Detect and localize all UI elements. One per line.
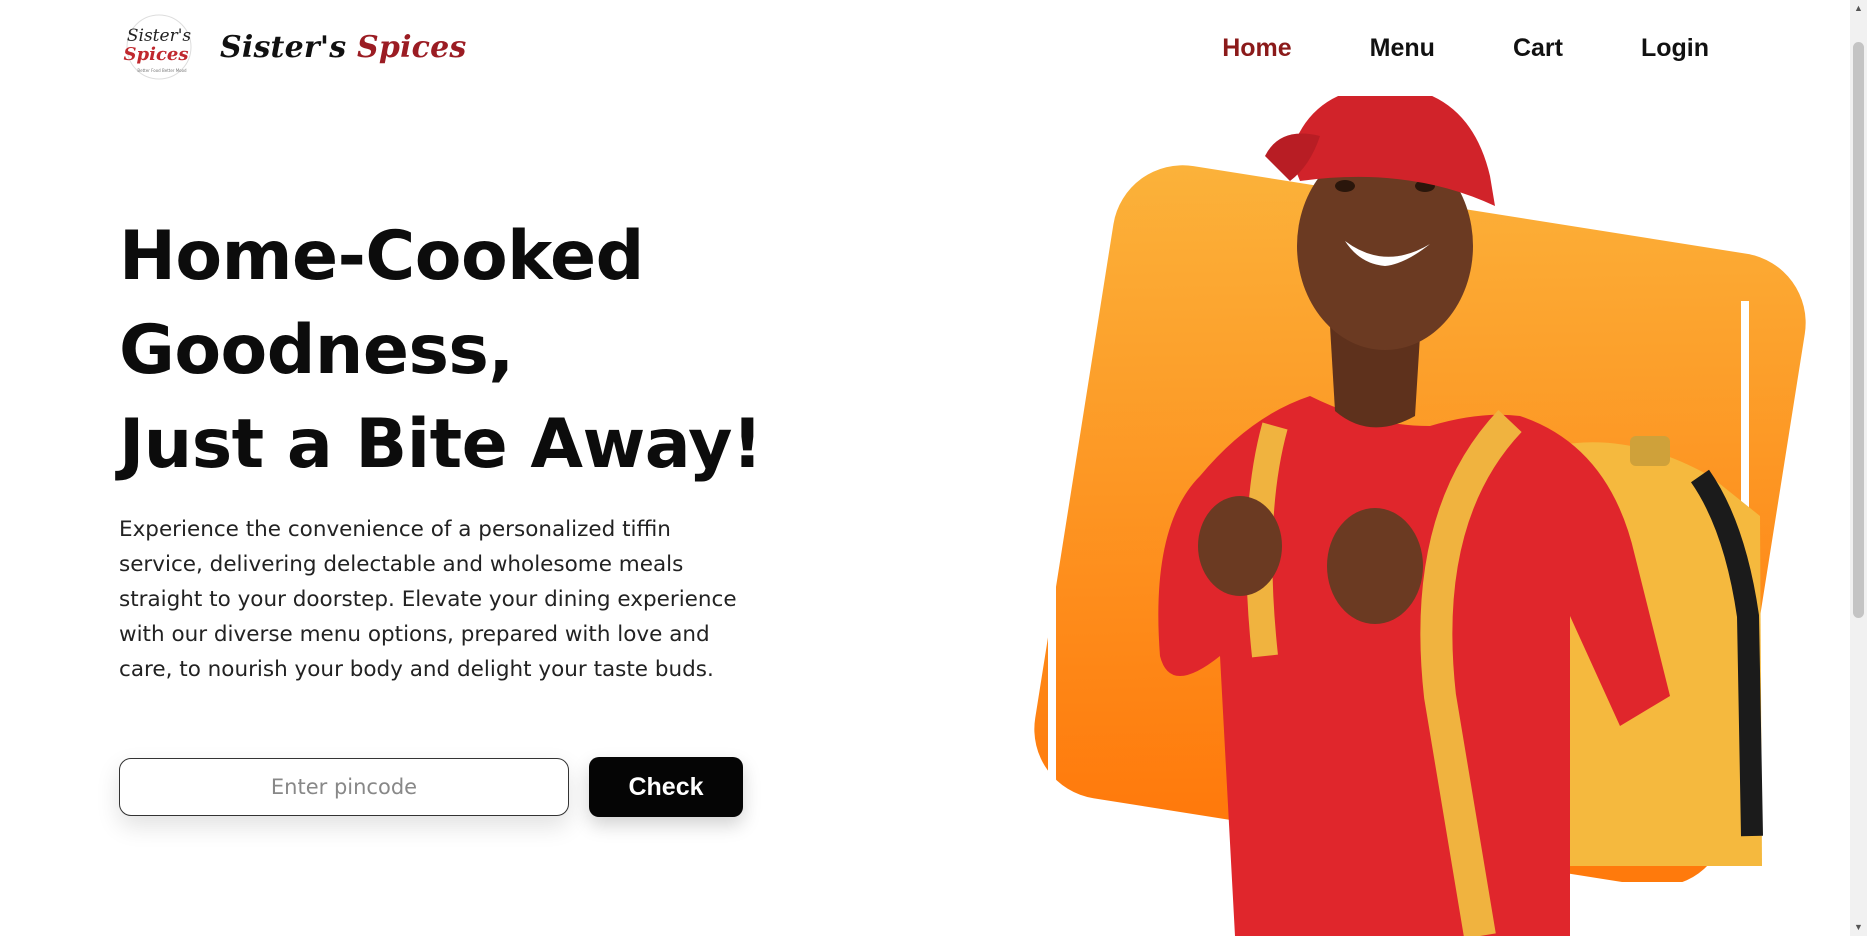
pincode-input[interactable] bbox=[119, 758, 569, 816]
pincode-form: Check bbox=[119, 757, 743, 817]
logo-tagline: Better Food Better Mood bbox=[137, 68, 187, 73]
logo-text-line1: Sister's bbox=[127, 26, 191, 46]
hero-title-line-3: Just a Bite Away! bbox=[119, 405, 763, 484]
scrollbar[interactable]: ▲ ▼ bbox=[1850, 0, 1867, 936]
brand-prefix: Sister's bbox=[220, 29, 358, 65]
hero-title: Home-Cooked Goodness, Just a Bite Away! bbox=[119, 210, 763, 492]
check-button[interactable]: Check bbox=[589, 757, 743, 817]
logo-icon[interactable]: Sister's Spices Better Food Better Mood bbox=[118, 12, 200, 82]
hero-description: Experience the convenience of a personal… bbox=[119, 517, 737, 682]
nav-login[interactable]: Login bbox=[1641, 34, 1709, 63]
main-nav: Home Menu Cart Login bbox=[1222, 34, 1709, 63]
nav-home[interactable]: Home bbox=[1222, 34, 1291, 63]
brand-accent: Spices bbox=[357, 29, 467, 65]
hero-title-line-2: Goodness, bbox=[119, 311, 514, 390]
hero-image bbox=[1010, 86, 1850, 939]
brand-name: Sister's Spices bbox=[220, 30, 467, 65]
chevron-up-icon[interactable]: ▲ bbox=[1850, 0, 1867, 17]
logo-text-line2: Spices bbox=[124, 44, 189, 65]
chevron-down-icon[interactable]: ▼ bbox=[1850, 919, 1867, 936]
nav-cart[interactable]: Cart bbox=[1513, 34, 1563, 63]
brand[interactable]: Sister's Spices Better Food Better Mood … bbox=[118, 12, 467, 82]
nav-menu[interactable]: Menu bbox=[1370, 34, 1435, 63]
scroll-thumb[interactable] bbox=[1853, 42, 1864, 618]
hero-title-line-1: Home-Cooked bbox=[119, 217, 644, 296]
